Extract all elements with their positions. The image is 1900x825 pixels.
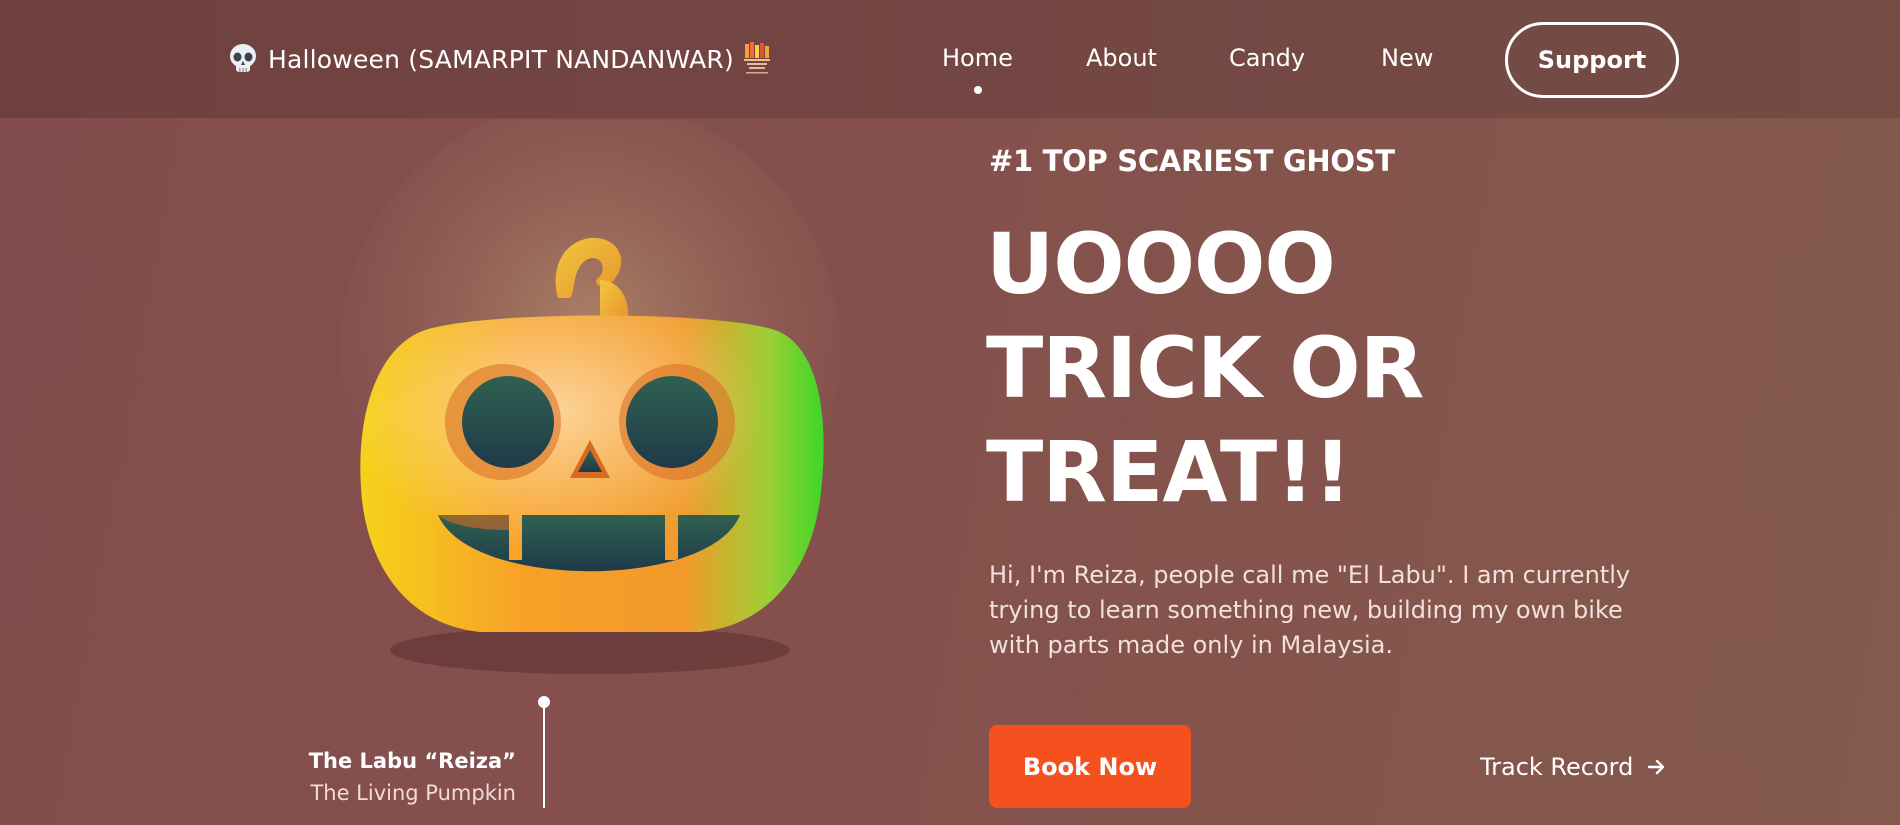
book-now-button[interactable]: Book Now — [989, 725, 1191, 808]
site-header: Halloween (SAMARPIT NANDANWAR) Home Abou… — [0, 0, 1900, 118]
caption-connector-dot — [538, 696, 550, 708]
support-button[interactable]: Support — [1505, 22, 1679, 98]
track-record-label: Track Record — [1480, 753, 1634, 781]
caption-connector-line — [543, 701, 545, 808]
pumpkin-illustration — [300, 100, 860, 680]
arrow-right-icon — [1648, 759, 1665, 775]
headline-line-1: UOOOO — [986, 215, 1336, 313]
headline-line-2: TRICK OR — [986, 319, 1424, 417]
nav-home[interactable]: Home — [942, 44, 1013, 72]
caption-title: The Labu “Reiza” — [308, 749, 516, 773]
hero-intro: Hi, I'm Reiza, people call me "El Labu".… — [989, 561, 1631, 659]
pumpkin-caption: The Labu “Reiza” The Living Pumpkin — [260, 745, 516, 809]
nav-candy[interactable]: Candy — [1229, 44, 1305, 72]
hero-headline: UOOOO TRICK OR TREAT!! — [986, 212, 1686, 524]
caption-subtitle: The Living Pumpkin — [310, 781, 516, 805]
nav-new[interactable]: New — [1381, 44, 1433, 72]
nav-about[interactable]: About — [1086, 44, 1157, 72]
jack-o-lantern-pumpkin-icon — [340, 100, 840, 674]
active-nav-indicator — [974, 86, 982, 94]
headline-line-3: TREAT!! — [986, 423, 1352, 521]
track-record-link[interactable]: Track Record — [1480, 750, 1667, 784]
hero-eyebrow: #1 TOP SCARIEST GHOST — [989, 144, 1395, 178]
